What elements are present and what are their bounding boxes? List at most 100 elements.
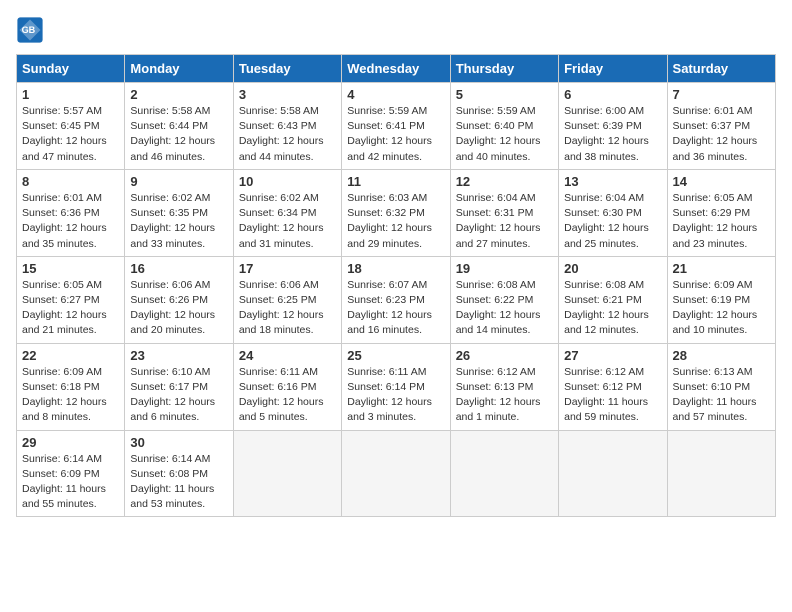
- daylight-text: Daylight: 12 hours and 29 minutes.: [347, 222, 432, 249]
- sunset-text: Sunset: 6:13 PM: [456, 381, 534, 393]
- calendar-cell: 8 Sunrise: 6:01 AM Sunset: 6:36 PM Dayli…: [17, 169, 125, 256]
- week-row-1: 1 Sunrise: 5:57 AM Sunset: 6:45 PM Dayli…: [17, 83, 776, 170]
- daylight-text: Daylight: 12 hours and 44 minutes.: [239, 135, 324, 162]
- day-detail: Sunrise: 6:10 AM Sunset: 6:17 PM Dayligh…: [130, 365, 227, 426]
- daylight-text: Daylight: 12 hours and 38 minutes.: [564, 135, 649, 162]
- sunset-text: Sunset: 6:31 PM: [456, 207, 534, 219]
- sunset-text: Sunset: 6:10 PM: [673, 381, 751, 393]
- day-number: 10: [239, 174, 336, 189]
- day-detail: Sunrise: 6:05 AM Sunset: 6:29 PM Dayligh…: [673, 191, 770, 252]
- sunset-text: Sunset: 6:37 PM: [673, 120, 751, 132]
- daylight-text: Daylight: 12 hours and 31 minutes.: [239, 222, 324, 249]
- calendar-cell: 30 Sunrise: 6:14 AM Sunset: 6:08 PM Dayl…: [125, 430, 233, 517]
- calendar-cell: 21 Sunrise: 6:09 AM Sunset: 6:19 PM Dayl…: [667, 256, 775, 343]
- day-number: 9: [130, 174, 227, 189]
- col-sunday: Sunday: [17, 55, 125, 83]
- day-number: 23: [130, 348, 227, 363]
- logo: GB: [16, 16, 48, 44]
- sunset-text: Sunset: 6:23 PM: [347, 294, 425, 306]
- daylight-text: Daylight: 12 hours and 40 minutes.: [456, 135, 541, 162]
- daylight-text: Daylight: 12 hours and 20 minutes.: [130, 309, 215, 336]
- sunrise-text: Sunrise: 5:59 AM: [456, 105, 536, 117]
- sunset-text: Sunset: 6:39 PM: [564, 120, 642, 132]
- day-number: 11: [347, 174, 444, 189]
- day-detail: Sunrise: 6:08 AM Sunset: 6:21 PM Dayligh…: [564, 278, 661, 339]
- week-row-2: 8 Sunrise: 6:01 AM Sunset: 6:36 PM Dayli…: [17, 169, 776, 256]
- sunrise-text: Sunrise: 5:57 AM: [22, 105, 102, 117]
- day-number: 30: [130, 435, 227, 450]
- sunrise-text: Sunrise: 6:04 AM: [456, 192, 536, 204]
- calendar-cell: [667, 430, 775, 517]
- sunrise-text: Sunrise: 6:12 AM: [564, 366, 644, 378]
- day-number: 15: [22, 261, 119, 276]
- day-number: 8: [22, 174, 119, 189]
- calendar-cell: 10 Sunrise: 6:02 AM Sunset: 6:34 PM Dayl…: [233, 169, 341, 256]
- week-row-3: 15 Sunrise: 6:05 AM Sunset: 6:27 PM Dayl…: [17, 256, 776, 343]
- day-detail: Sunrise: 6:02 AM Sunset: 6:35 PM Dayligh…: [130, 191, 227, 252]
- calendar-cell: 5 Sunrise: 5:59 AM Sunset: 6:40 PM Dayli…: [450, 83, 558, 170]
- sunset-text: Sunset: 6:08 PM: [130, 468, 208, 480]
- sunrise-text: Sunrise: 6:02 AM: [130, 192, 210, 204]
- daylight-text: Daylight: 12 hours and 3 minutes.: [347, 396, 432, 423]
- day-number: 22: [22, 348, 119, 363]
- daylight-text: Daylight: 12 hours and 33 minutes.: [130, 222, 215, 249]
- calendar-cell: 2 Sunrise: 5:58 AM Sunset: 6:44 PM Dayli…: [125, 83, 233, 170]
- daylight-text: Daylight: 12 hours and 46 minutes.: [130, 135, 215, 162]
- daylight-text: Daylight: 12 hours and 18 minutes.: [239, 309, 324, 336]
- sunset-text: Sunset: 6:34 PM: [239, 207, 317, 219]
- day-detail: Sunrise: 6:00 AM Sunset: 6:39 PM Dayligh…: [564, 104, 661, 165]
- daylight-text: Daylight: 12 hours and 21 minutes.: [22, 309, 107, 336]
- day-detail: Sunrise: 5:58 AM Sunset: 6:44 PM Dayligh…: [130, 104, 227, 165]
- sunrise-text: Sunrise: 6:02 AM: [239, 192, 319, 204]
- calendar-cell: 26 Sunrise: 6:12 AM Sunset: 6:13 PM Dayl…: [450, 343, 558, 430]
- day-detail: Sunrise: 6:14 AM Sunset: 6:09 PM Dayligh…: [22, 452, 119, 513]
- daylight-text: Daylight: 11 hours and 59 minutes.: [564, 396, 648, 423]
- sunrise-text: Sunrise: 6:00 AM: [564, 105, 644, 117]
- daylight-text: Daylight: 12 hours and 27 minutes.: [456, 222, 541, 249]
- sunset-text: Sunset: 6:25 PM: [239, 294, 317, 306]
- calendar-cell: 27 Sunrise: 6:12 AM Sunset: 6:12 PM Dayl…: [559, 343, 667, 430]
- sunrise-text: Sunrise: 6:05 AM: [22, 279, 102, 291]
- sunset-text: Sunset: 6:30 PM: [564, 207, 642, 219]
- svg-text:GB: GB: [22, 25, 36, 35]
- sunrise-text: Sunrise: 5:58 AM: [130, 105, 210, 117]
- sunrise-text: Sunrise: 6:09 AM: [673, 279, 753, 291]
- day-number: 16: [130, 261, 227, 276]
- day-detail: Sunrise: 6:07 AM Sunset: 6:23 PM Dayligh…: [347, 278, 444, 339]
- daylight-text: Daylight: 12 hours and 36 minutes.: [673, 135, 758, 162]
- day-detail: Sunrise: 6:06 AM Sunset: 6:26 PM Dayligh…: [130, 278, 227, 339]
- sunrise-text: Sunrise: 6:14 AM: [130, 453, 210, 465]
- day-detail: Sunrise: 6:01 AM Sunset: 6:36 PM Dayligh…: [22, 191, 119, 252]
- day-detail: Sunrise: 6:09 AM Sunset: 6:19 PM Dayligh…: [673, 278, 770, 339]
- day-detail: Sunrise: 5:58 AM Sunset: 6:43 PM Dayligh…: [239, 104, 336, 165]
- sunset-text: Sunset: 6:09 PM: [22, 468, 100, 480]
- daylight-text: Daylight: 12 hours and 23 minutes.: [673, 222, 758, 249]
- daylight-text: Daylight: 12 hours and 5 minutes.: [239, 396, 324, 423]
- col-tuesday: Tuesday: [233, 55, 341, 83]
- day-detail: Sunrise: 6:11 AM Sunset: 6:14 PM Dayligh…: [347, 365, 444, 426]
- daylight-text: Daylight: 12 hours and 35 minutes.: [22, 222, 107, 249]
- sunset-text: Sunset: 6:43 PM: [239, 120, 317, 132]
- sunset-text: Sunset: 6:45 PM: [22, 120, 100, 132]
- calendar-cell: 7 Sunrise: 6:01 AM Sunset: 6:37 PM Dayli…: [667, 83, 775, 170]
- calendar-cell: 13 Sunrise: 6:04 AM Sunset: 6:30 PM Dayl…: [559, 169, 667, 256]
- sunrise-text: Sunrise: 6:14 AM: [22, 453, 102, 465]
- calendar-cell: 24 Sunrise: 6:11 AM Sunset: 6:16 PM Dayl…: [233, 343, 341, 430]
- day-detail: Sunrise: 6:12 AM Sunset: 6:12 PM Dayligh…: [564, 365, 661, 426]
- sunrise-text: Sunrise: 5:58 AM: [239, 105, 319, 117]
- day-number: 1: [22, 87, 119, 102]
- sunrise-text: Sunrise: 6:11 AM: [239, 366, 318, 378]
- sunset-text: Sunset: 6:22 PM: [456, 294, 534, 306]
- sunrise-text: Sunrise: 6:08 AM: [456, 279, 536, 291]
- day-detail: Sunrise: 5:59 AM Sunset: 6:41 PM Dayligh…: [347, 104, 444, 165]
- col-friday: Friday: [559, 55, 667, 83]
- col-wednesday: Wednesday: [342, 55, 450, 83]
- sunset-text: Sunset: 6:14 PM: [347, 381, 425, 393]
- day-number: 26: [456, 348, 553, 363]
- sunset-text: Sunset: 6:27 PM: [22, 294, 100, 306]
- daylight-text: Daylight: 12 hours and 14 minutes.: [456, 309, 541, 336]
- calendar-cell: 28 Sunrise: 6:13 AM Sunset: 6:10 PM Dayl…: [667, 343, 775, 430]
- day-number: 13: [564, 174, 661, 189]
- day-detail: Sunrise: 6:03 AM Sunset: 6:32 PM Dayligh…: [347, 191, 444, 252]
- day-detail: Sunrise: 6:05 AM Sunset: 6:27 PM Dayligh…: [22, 278, 119, 339]
